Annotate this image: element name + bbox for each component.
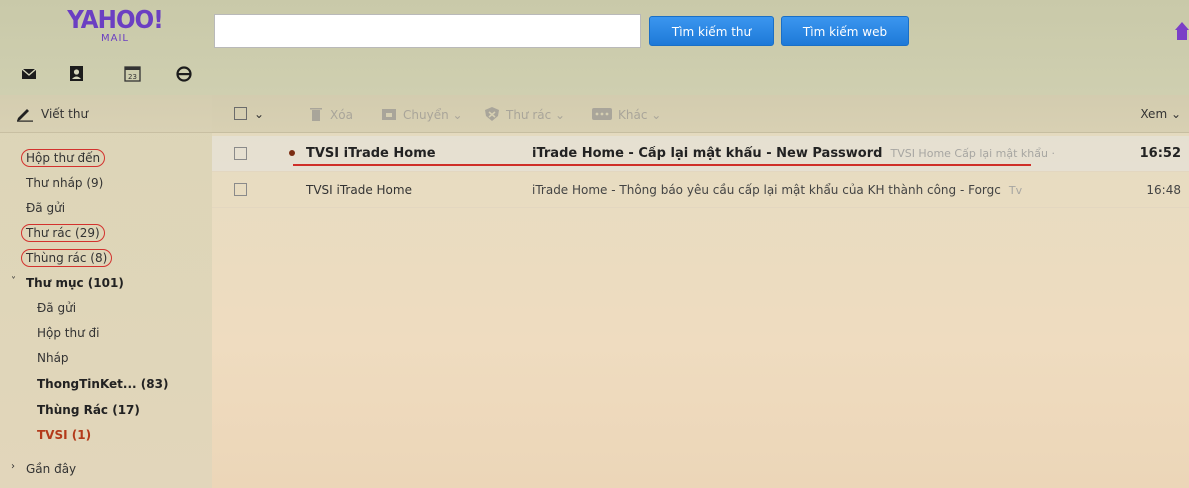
sidebar-subitem-thungrac[interactable]: Thùng Rác (17) [37, 403, 140, 417]
message-subject: iTrade Home - Thông báo yêu cầu cấp lại … [532, 183, 1062, 197]
more-label: Khác ⌄ [618, 108, 662, 122]
select-dropdown-caret[interactable]: ⌄ [254, 107, 264, 121]
move-label: Chuyển ⌄ [403, 108, 463, 122]
svg-text:23: 23 [128, 73, 137, 81]
sidebar-subitem-draft[interactable]: Nháp [37, 351, 69, 365]
move-button[interactable]: Chuyển ⌄ [381, 107, 463, 122]
sidebar-item-my-folders[interactable]: Thư mục (101) [26, 276, 124, 290]
sidebar-item-trash[interactable]: Thùng rác (8) [21, 249, 113, 267]
table-row[interactable]: TVSI iTrade Home iTrade Home - Thông báo… [212, 172, 1189, 208]
yahoo-mail-logo[interactable]: YAHOO! MAIL [60, 6, 170, 44]
home-icon[interactable] [1174, 20, 1189, 42]
compose-button[interactable]: Viết thư [0, 95, 212, 133]
view-options-button[interactable]: Xem ⌄ [1140, 107, 1181, 121]
spam-label: Thư rác ⌄ [506, 108, 566, 122]
shield-icon [485, 107, 499, 121]
logo-subtext: MAIL [101, 33, 129, 44]
compose-label: Viết thư [41, 107, 89, 121]
message-time: 16:48 [1146, 183, 1181, 197]
header: YAHOO! MAIL Tìm kiếm thư Tìm kiếm web 23 [0, 0, 1189, 95]
contacts-icon[interactable] [68, 64, 88, 84]
more-icon [592, 108, 612, 120]
app-switcher: 23 [0, 62, 212, 88]
spam-button[interactable]: Thư rác ⌄ [484, 107, 565, 122]
trash-icon [310, 108, 322, 121]
folder-move-icon [382, 109, 396, 120]
sidebar-item-sent[interactable]: Đã gửi [26, 201, 65, 215]
search-web-button[interactable]: Tìm kiếm web [781, 16, 909, 46]
delete-label: Xóa [330, 108, 353, 122]
sidebar-item-spam[interactable]: Thư rác (29) [21, 224, 105, 242]
chevron-right-icon[interactable]: › [11, 461, 15, 472]
message-snippet: TVSI Home Cấp lại mật khẩu · [890, 147, 1055, 160]
chevron-down-icon[interactable]: ˅ [11, 276, 16, 287]
select-all-checkbox[interactable] [234, 107, 247, 120]
message-sender: TVSI iTrade Home [306, 146, 436, 161]
delete-button[interactable]: Xóa [308, 107, 353, 122]
message-checkbox[interactable] [234, 147, 247, 160]
search-input[interactable] [214, 14, 641, 48]
message-toolbar: ⌄ Xóa Chuyển ⌄ Thư rác ⌄ Khác ⌄ Xem ⌄ [212, 95, 1189, 133]
red-underline-annotation [293, 164, 1031, 166]
calendar-icon[interactable]: 23 [123, 64, 143, 84]
table-row[interactable]: TVSI iTrade Home iTrade Home - Cấp lại m… [212, 136, 1189, 172]
message-subject: iTrade Home - Cấp lại mật khẩu - New Pas… [532, 146, 1062, 161]
message-subject-text: iTrade Home - Thông báo yêu cầu cấp lại … [532, 183, 1001, 197]
logo-text: YAHOO! [67, 5, 163, 34]
sidebar-item-inbox[interactable]: Hộp thư đến [21, 149, 106, 167]
search-mail-button[interactable]: Tìm kiếm thư [649, 16, 774, 46]
message-checkbox[interactable] [234, 183, 247, 196]
sidebar: Viết thư Hộp thư đến Thư nháp (9) Đã gửi… [0, 95, 212, 488]
sidebar-subitem-sent[interactable]: Đã gửi [37, 301, 76, 315]
message-snippet: Tv [1008, 184, 1023, 197]
sidebar-item-drafts[interactable]: Thư nháp (9) [26, 176, 103, 190]
message-sender: TVSI iTrade Home [306, 183, 412, 197]
message-list: TVSI iTrade Home iTrade Home - Cấp lại m… [212, 133, 1189, 488]
message-time: 16:52 [1139, 146, 1181, 161]
message-subject-text: iTrade Home - Cấp lại mật khẩu - New Pas… [532, 146, 883, 161]
more-button[interactable]: Khác ⌄ [592, 107, 661, 122]
unread-dot-icon [289, 150, 295, 156]
sidebar-subitem-outbox[interactable]: Hộp thư đi [37, 326, 99, 340]
pencil-icon [17, 109, 33, 122]
sidebar-subitem-tvsi[interactable]: TVSI (1) [37, 428, 91, 442]
sidebar-item-recent[interactable]: Gần đây [26, 462, 76, 476]
sidebar-subitem-thongtinket[interactable]: ThongTinKet... (83) [37, 377, 168, 391]
messenger-icon[interactable] [175, 65, 195, 85]
mail-icon[interactable] [21, 65, 41, 85]
